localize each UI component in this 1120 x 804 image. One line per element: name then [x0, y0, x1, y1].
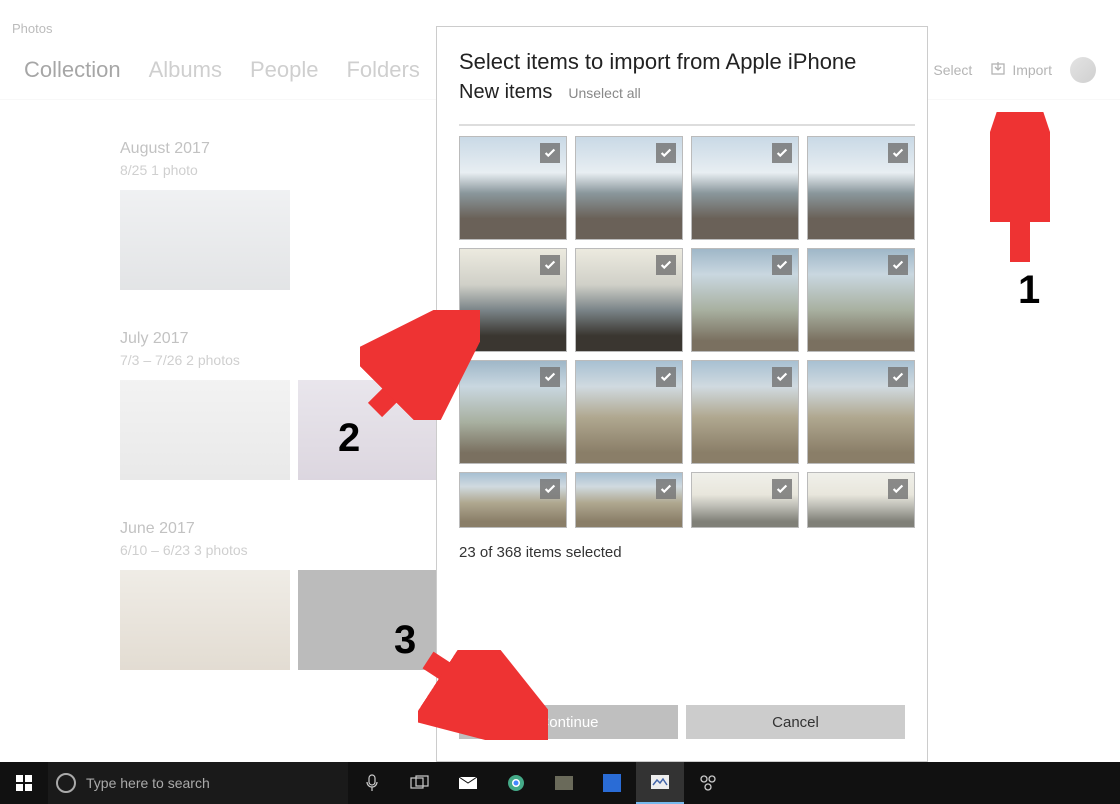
checkmark-icon [772, 367, 792, 387]
avatar[interactable] [1070, 57, 1096, 83]
tab-folders[interactable]: Folders [346, 57, 419, 83]
photo-thumb[interactable] [120, 190, 290, 290]
start-button[interactable] [0, 762, 48, 804]
annotation-arrow-2 [360, 310, 480, 420]
taskbar-app-photos[interactable] [636, 762, 684, 804]
annotation-number-2: 2 [338, 416, 360, 461]
taskbar-app-generic-2[interactable] [588, 762, 636, 804]
taskbar: Type here to search [0, 762, 1120, 804]
checkmark-icon [888, 479, 908, 499]
selection-status: 23 of 368 items selected [437, 528, 927, 577]
mic-button[interactable] [348, 762, 396, 804]
tab-people[interactable]: People [250, 57, 319, 83]
checkmark-icon [540, 367, 560, 387]
dialog-title: Select items to import from Apple iPhone [459, 49, 905, 75]
import-grid [437, 124, 927, 528]
tab-albums[interactable]: Albums [149, 57, 222, 83]
taskbar-app-generic-3[interactable] [684, 762, 732, 804]
app-title: Photos [12, 21, 52, 36]
photo-thumb[interactable] [120, 380, 290, 480]
import-item[interactable] [691, 248, 799, 352]
checkmark-icon [656, 367, 676, 387]
annotation-arrow-1 [990, 112, 1050, 272]
unselect-all-link[interactable]: Unselect all [568, 85, 640, 101]
checkmark-icon [656, 255, 676, 275]
search-placeholder: Type here to search [86, 775, 210, 791]
import-item[interactable] [459, 472, 567, 528]
checkmark-icon [888, 143, 908, 163]
import-item[interactable] [691, 472, 799, 528]
cancel-button[interactable]: Cancel [686, 705, 905, 739]
annotation-number-3: 3 [394, 618, 416, 663]
import-icon [990, 60, 1006, 79]
import-item[interactable] [575, 248, 683, 352]
checkmark-icon [772, 479, 792, 499]
taskbar-app-generic-1[interactable] [540, 762, 588, 804]
taskbar-app-chrome[interactable] [492, 762, 540, 804]
import-button[interactable]: Import [990, 60, 1052, 79]
import-item[interactable] [459, 136, 567, 240]
tab-collection[interactable]: Collection [24, 57, 121, 83]
checkmark-icon [888, 367, 908, 387]
cortana-icon [56, 773, 76, 793]
checkmark-icon [656, 143, 676, 163]
import-item[interactable] [807, 360, 915, 464]
checkmark-icon [772, 143, 792, 163]
import-item[interactable] [575, 136, 683, 240]
task-view-button[interactable] [396, 762, 444, 804]
checkmark-icon [656, 479, 676, 499]
checkmark-icon [540, 479, 560, 499]
taskbar-app-mail[interactable] [444, 762, 492, 804]
windows-icon [16, 775, 32, 791]
checkmark-icon [540, 255, 560, 275]
import-item[interactable] [807, 472, 915, 528]
annotation-number-1: 1 [1018, 268, 1040, 313]
photo-thumb[interactable] [120, 570, 290, 670]
import-item[interactable] [691, 136, 799, 240]
annotation-arrow-3 [418, 650, 548, 740]
import-item[interactable] [575, 360, 683, 464]
checkmark-icon [888, 255, 908, 275]
import-item[interactable] [807, 248, 915, 352]
import-item[interactable] [807, 136, 915, 240]
dialog-subtitle: New items [459, 81, 552, 104]
checkmark-icon [772, 255, 792, 275]
import-item[interactable] [691, 360, 799, 464]
checkmark-icon [540, 143, 560, 163]
taskbar-search[interactable]: Type here to search [48, 762, 348, 804]
select-button[interactable]: Select [933, 62, 972, 78]
import-item[interactable] [575, 472, 683, 528]
